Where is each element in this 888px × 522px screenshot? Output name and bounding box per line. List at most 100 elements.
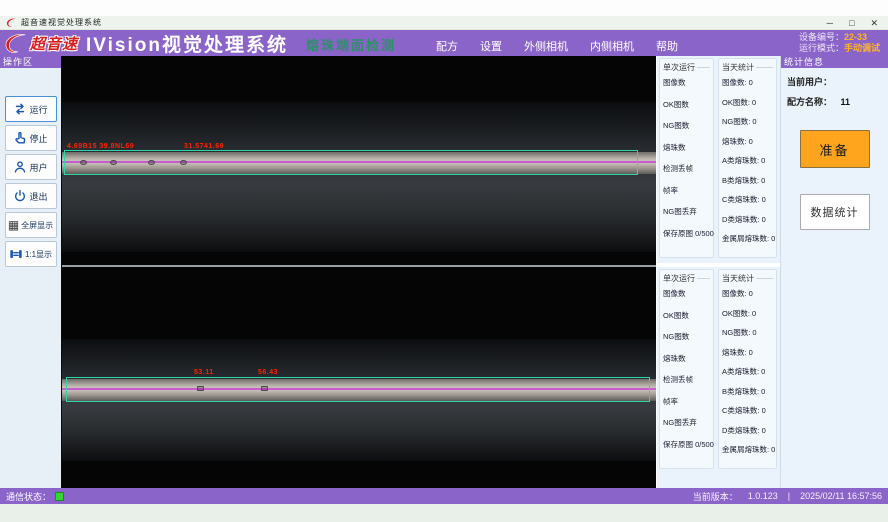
desktop-margin-top	[0, 0, 888, 16]
exit-button[interactable]: 退出	[5, 183, 57, 209]
stat-row: 图像数	[663, 77, 710, 88]
window-titlebar: 超音速视觉处理系统 ─ □ ✕	[0, 16, 888, 30]
camera2-bead-mark	[197, 386, 204, 391]
maximize-icon[interactable]: □	[849, 16, 854, 30]
stat-row: D类熔珠数: 0	[722, 425, 773, 436]
camera2-bead-mark	[261, 386, 268, 391]
single-run-title: 单次运行	[663, 273, 710, 284]
stat-row: OK图数: 0	[722, 97, 773, 108]
stat-row: 熔珠数: 0	[722, 136, 773, 147]
close-icon[interactable]: ✕	[870, 16, 878, 30]
camera1-bead-mark	[148, 160, 155, 165]
device-number-label: 设备编号：	[799, 32, 844, 42]
stop-button[interactable]: 停止	[5, 125, 57, 151]
version-value: 1.0.123	[748, 491, 778, 501]
user-button-label: 用户	[29, 161, 47, 174]
stat-row: B类熔珠数: 0	[722, 386, 773, 397]
one-to-one-icon	[9, 247, 23, 261]
status-bar: 通信状态： 当前版本： 1.0.123 | 2025/02/11 16:57:5…	[0, 488, 888, 504]
stat-row: 帧率	[663, 396, 710, 407]
today-stats-rows: 图像数: 0 OK图数: 0 NG图数: 0 熔珠数: 0 A类熔珠数: 0 B类熔珠数:…	[722, 77, 773, 244]
application-window: 超音速视觉处理系统 ─ □ ✕ 超音速 IVision视觉处理系统 熔珠端面检测…	[0, 0, 888, 522]
run-loop-icon	[13, 102, 27, 116]
stat-row: 检测丢帧	[663, 163, 710, 174]
menu-item-help[interactable]: 帮助	[656, 38, 678, 54]
exit-button-label: 退出	[29, 190, 47, 203]
stat-row: 图像数: 0	[722, 77, 773, 88]
device-info: 设备编号：22-33 运行模式：手动调试	[799, 32, 880, 54]
camera2-measurement-annotation: 53.11	[194, 369, 214, 376]
camera1-bead-mark	[110, 160, 117, 165]
user-button[interactable]: 用户	[5, 154, 57, 180]
menu-item-settings[interactable]: 设置	[480, 38, 502, 54]
menu-item-outer-camera[interactable]: 外侧相机	[524, 38, 568, 54]
version-label: 当前版本：	[693, 490, 738, 503]
stat-row: C类熔珠数: 0	[722, 194, 773, 205]
stat-row: OK图数	[663, 99, 710, 110]
stat-row: OK图数: 0	[722, 308, 773, 319]
status-bar-right: 当前版本： 1.0.123 | 2025/02/11 16:57:56	[693, 490, 882, 503]
stat-row: OK图数	[663, 310, 710, 321]
data-statistics-button[interactable]: 数据统计	[800, 194, 870, 230]
fullscreen-button[interactable]: ▦ 全屏显示	[5, 212, 57, 238]
stat-row: NG图数: 0	[722, 327, 773, 338]
app-subtitle: 熔珠端面检测	[306, 35, 396, 54]
camera2-detection-rect	[66, 377, 650, 402]
menu-item-inner-camera[interactable]: 内侧相机	[590, 38, 634, 54]
brand-name: 超音速	[30, 33, 78, 54]
run-mode-value: 手动调试	[844, 43, 880, 53]
stat-row: 检测丢帧	[663, 374, 710, 385]
run-button[interactable]: 运行	[5, 96, 57, 122]
stat-row: 金属屑熔珠数: 0	[722, 444, 773, 455]
stat-row: 保存原图 0/500	[663, 228, 710, 239]
user-icon	[13, 160, 27, 174]
statistics-column: 单次运行 图像数OK图数NG图数熔珠数检测丢帧帧率NG图丢弃保存原图 0/500…	[657, 56, 780, 488]
one-to-one-button-label: 1:1显示	[25, 249, 52, 260]
stat-row: 图像数	[663, 288, 710, 299]
stat-row: 熔珠数	[663, 353, 710, 364]
comm-status-label: 通信状态：	[6, 490, 51, 503]
one-to-one-button[interactable]: 1:1显示	[5, 241, 57, 267]
recipe-label: 配方名称：	[787, 97, 832, 107]
stop-button-label: 停止	[29, 132, 47, 145]
prepare-button[interactable]: 准备	[800, 130, 870, 168]
today-stats-groupbox: 当天统计 图像数: 0OK图数: 0NG图数: 0熔珠数: 0A类熔珠数: 0B…	[718, 269, 777, 469]
camera1-stats-section: 单次运行 图像数OK图数NG图数熔珠数检测丢帧帧率NG图丢弃保存原图 0/500…	[657, 56, 780, 263]
stat-row: 熔珠数: 0	[722, 347, 773, 358]
main-menu: 配方 设置 外侧相机 内侧相机 帮助	[436, 38, 678, 54]
recipe-value: 11	[841, 97, 851, 107]
camera2-measurement-annotation: 56.43	[258, 369, 278, 376]
single-run-rows: 图像数OK图数NG图数熔珠数检测丢帧帧率NG图丢弃保存原图 0/500	[663, 288, 710, 450]
brand-swoosh-icon	[4, 32, 28, 54]
hand-stop-icon	[13, 131, 27, 145]
camera1-bead-mark	[180, 160, 187, 165]
stat-row: NG图丢弃	[663, 417, 710, 428]
camera-viewport: 4.69B15 39.8NL69 31.5741.69 53.11 56.43	[62, 56, 656, 488]
stat-row: NG图数: 0	[722, 116, 773, 127]
operation-sidebar: 操作区 运行 停止 用户 退出	[0, 56, 62, 488]
status-separator: |	[788, 491, 790, 501]
app-header: 超音速 IVision视觉处理系统 熔珠端面检测 配方 设置 外侧相机 内侧相机…	[0, 30, 888, 56]
single-run-title: 单次运行	[663, 62, 710, 73]
camera-image-top: 4.69B15 39.8NL69 31.5741.69	[62, 56, 656, 265]
single-run-groupbox: 单次运行 图像数OK图数NG图数熔珠数检测丢帧帧率NG图丢弃保存原图 0/500	[659, 269, 714, 469]
window-title: 超音速视觉处理系统	[21, 17, 102, 28]
camera1-bead-mark	[80, 160, 87, 165]
recipe-row: 配方名称： 11	[787, 95, 882, 108]
stat-row: NG图数	[663, 331, 710, 342]
desktop-margin-bottom	[0, 504, 888, 522]
datetime-value: 2025/02/11 16:57:56	[800, 491, 882, 501]
device-number-value: 22-33	[844, 32, 867, 42]
stat-row: A类熔珠数: 0	[722, 155, 773, 166]
run-button-label: 运行	[29, 103, 47, 116]
camera1-measurement-annotation: 4.69B15 39.8NL69	[67, 143, 134, 150]
minimize-icon[interactable]: ─	[827, 16, 833, 30]
today-stats-groupbox: 当天统计 图像数: 0OK图数: 0NG图数: 0熔珠数: 0A类熔珠数: 0B…	[718, 58, 777, 258]
menu-item-recipe[interactable]: 配方	[436, 38, 458, 54]
single-run-rows: 图像数OK图数NG图数熔珠数检测丢帧帧率NG图丢弃保存原图 0/500	[663, 77, 710, 239]
today-stats-title: 当天统计	[722, 273, 773, 284]
stat-row: 图像数: 0	[722, 288, 773, 299]
comm-status-indicator	[55, 492, 64, 501]
stat-row: B类熔珠数: 0	[722, 175, 773, 186]
today-stats-rows: 图像数: 0OK图数: 0NG图数: 0熔珠数: 0A类熔珠数: 0B类熔珠数:…	[722, 288, 773, 455]
